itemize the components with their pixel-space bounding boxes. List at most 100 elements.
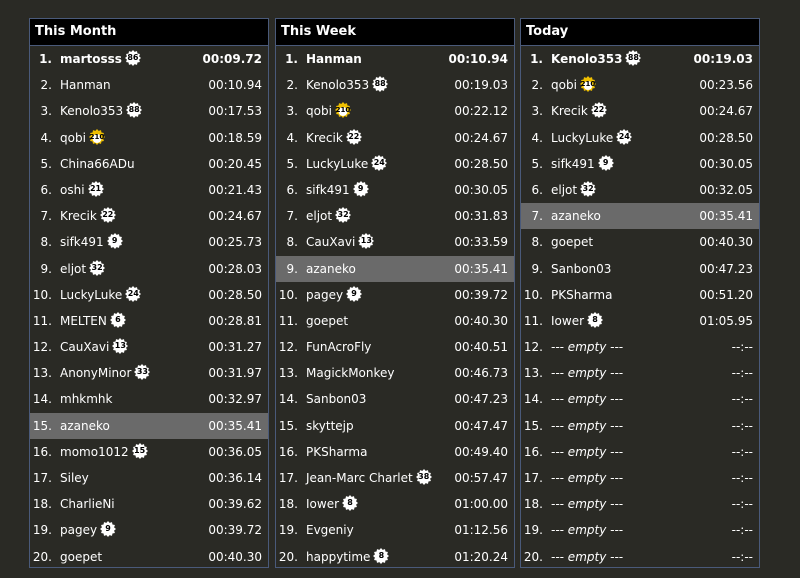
leaderboard-row[interactable]: 5. sifk491 9 00:30.05 [521,151,759,177]
leaderboard-row[interactable]: 8. CauXavi 13 00:33.59 [276,229,514,255]
leaderboard-row[interactable]: 1. Kenolo353 88 00:19.03 [521,46,759,72]
player-name[interactable]: Jean-Marc Charlet [306,471,413,485]
player-name[interactable]: Sanbon03 [551,262,611,276]
player-name[interactable]: pagey [60,523,97,537]
player-name[interactable]: AnonyMinor [60,366,131,380]
leaderboard-row[interactable]: 1. Hanman 00:10.94 [276,46,514,72]
player-name[interactable]: eljot [551,183,577,197]
leaderboard-row[interactable]: 6. eljot 32 00:32.05 [521,177,759,203]
leaderboard-row[interactable]: 14. --- empty --- --:-- [521,386,759,412]
player-name[interactable]: Krecik [551,104,588,118]
leaderboard-row[interactable]: 13. MagickMonkey 00:46.73 [276,360,514,386]
player-name[interactable]: Kenolo353 [306,78,369,92]
leaderboard-row[interactable]: 14. Sanbon03 00:47.23 [276,386,514,412]
leaderboard-row[interactable]: 15. --- empty --- --:-- [521,413,759,439]
leaderboard-row[interactable]: 4. Krecik 22 00:24.67 [276,125,514,151]
player-name[interactable]: azaneko [306,262,356,276]
leaderboard-row[interactable]: 14. mhkmhk 00:32.97 [30,386,268,412]
leaderboard-row[interactable]: 7. Krecik 22 00:24.67 [30,203,268,229]
leaderboard-row[interactable]: 2. qobi 210 00:23.56 [521,72,759,98]
player-name[interactable]: goepet [60,550,102,564]
leaderboard-row[interactable]: 9. azaneko 00:35.41 [276,255,514,282]
player-name[interactable]: qobi [306,104,332,118]
leaderboard-row[interactable]: 12. --- empty --- --:-- [521,334,759,360]
leaderboard-row[interactable]: 17. --- empty --- --:-- [521,465,759,491]
player-name[interactable]: MELTEN [60,314,107,328]
leaderboard-row[interactable]: 16. momo1012 15 00:36.05 [30,439,268,465]
leaderboard-row[interactable]: 19. Evgeniy 01:12.56 [276,517,514,543]
player-name[interactable]: Iower [306,497,339,511]
leaderboard-row[interactable]: 12. FunAcroFly 00:40.51 [276,334,514,360]
leaderboard-row[interactable]: 12. CauXavi 13 00:31.27 [30,334,268,360]
leaderboard-row[interactable]: 15. azaneko 00:35.41 [30,412,268,439]
player-name[interactable]: PKSharma [306,445,367,459]
player-name[interactable]: oshi [60,183,85,197]
player-name[interactable]: Iower [551,314,584,328]
leaderboard-row[interactable]: 11. Iower 8 01:05.95 [521,308,759,334]
player-name[interactable]: LuckyLuke [60,288,122,302]
player-name[interactable]: PKSharma [551,288,612,302]
player-name[interactable]: pagey [306,288,343,302]
leaderboard-row[interactable]: 3. Kenolo353 88 00:17.53 [30,98,268,124]
player-name[interactable]: Sanbon03 [306,392,366,406]
player-name[interactable]: Hanman [60,78,111,92]
leaderboard-row[interactable]: 18. --- empty --- --:-- [521,491,759,517]
leaderboard-row[interactable]: 4. LuckyLuke 24 00:28.50 [521,125,759,151]
leaderboard-row[interactable]: 11. goepet 00:40.30 [276,308,514,334]
leaderboard-row[interactable]: 2. Kenolo353 88 00:19.03 [276,72,514,98]
leaderboard-row[interactable]: 16. PKSharma 00:49.40 [276,439,514,465]
leaderboard-row[interactable]: 6. oshi 21 00:21.43 [30,177,268,203]
player-name[interactable]: LuckyLuke [306,157,368,171]
player-name[interactable]: momo1012 [60,445,129,459]
player-name[interactable]: skyttejp [306,419,354,433]
player-name[interactable]: azaneko [60,419,110,433]
leaderboard-row[interactable]: 17. Jean-Marc Charlet 38 00:57.47 [276,465,514,491]
leaderboard-row[interactable]: 18. Iower 8 01:00.00 [276,491,514,517]
leaderboard-row[interactable]: 7. azaneko 00:35.41 [521,203,759,230]
player-name[interactable]: LuckyLuke [551,131,613,145]
leaderboard-row[interactable]: 20. --- empty --- --:-- [521,544,759,567]
player-name[interactable]: martosss [60,52,122,66]
player-name[interactable]: Siley [60,471,89,485]
leaderboard-row[interactable]: 9. Sanbon03 00:47.23 [521,256,759,282]
leaderboard-row[interactable]: 11. MELTEN 6 00:28.81 [30,308,268,334]
player-name[interactable]: CauXavi [60,340,109,354]
leaderboard-row[interactable]: 3. Krecik 22 00:24.67 [521,98,759,124]
leaderboard-row[interactable]: 13. --- empty --- --:-- [521,360,759,386]
leaderboard-row[interactable]: 5. China66ADu 00:20.45 [30,151,268,177]
leaderboard-row[interactable]: 1. martosss 86 00:09.72 [30,46,268,72]
player-name[interactable]: sifk491 [60,235,104,249]
player-name[interactable]: Krecik [60,209,97,223]
leaderboard-row[interactable]: 16. --- empty --- --:-- [521,439,759,465]
player-name[interactable]: FunAcroFly [306,340,371,354]
player-name[interactable]: sifk491 [306,183,350,197]
leaderboard-row[interactable]: 10. pagey 9 00:39.72 [276,282,514,308]
leaderboard-row[interactable]: 3. qobi 210 00:22.12 [276,98,514,124]
player-name[interactable]: happytime [306,550,370,564]
leaderboard-row[interactable]: 19. pagey 9 00:39.72 [30,517,268,543]
leaderboard-row[interactable]: 10. PKSharma 00:51.20 [521,282,759,308]
leaderboard-row[interactable]: 4. qobi 210 00:18.59 [30,125,268,151]
leaderboard-row[interactable]: 19. --- empty --- --:-- [521,517,759,543]
leaderboard-row[interactable]: 13. AnonyMinor 33 00:31.97 [30,360,268,386]
player-name[interactable]: MagickMonkey [306,366,395,380]
leaderboard-row[interactable]: 8. goepet 00:40.30 [521,229,759,255]
leaderboard-row[interactable]: 10. LuckyLuke 24 00:28.50 [30,282,268,308]
player-name[interactable]: goepet [551,235,593,249]
leaderboard-row[interactable]: 18. CharlieNi 00:39.62 [30,491,268,517]
player-name[interactable]: Kenolo353 [60,104,123,118]
leaderboard-row[interactable]: 20. goepet 00:40.30 [30,544,268,567]
player-name[interactable]: China66ADu [60,157,135,171]
player-name[interactable]: Krecik [306,131,343,145]
player-name[interactable]: eljot [306,209,332,223]
player-name[interactable]: Evgeniy [306,523,354,537]
leaderboard-row[interactable]: 8. sifk491 9 00:25.73 [30,229,268,255]
player-name[interactable]: Kenolo353 [551,52,622,66]
player-name[interactable]: qobi [60,131,86,145]
player-name[interactable]: eljot [60,262,86,276]
player-name[interactable]: Hanman [306,52,362,66]
player-name[interactable]: qobi [551,78,577,92]
leaderboard-row[interactable]: 17. Siley 00:36.14 [30,465,268,491]
leaderboard-row[interactable]: 15. skyttejp 00:47.47 [276,413,514,439]
leaderboard-row[interactable]: 7. eljot 32 00:31.83 [276,203,514,229]
